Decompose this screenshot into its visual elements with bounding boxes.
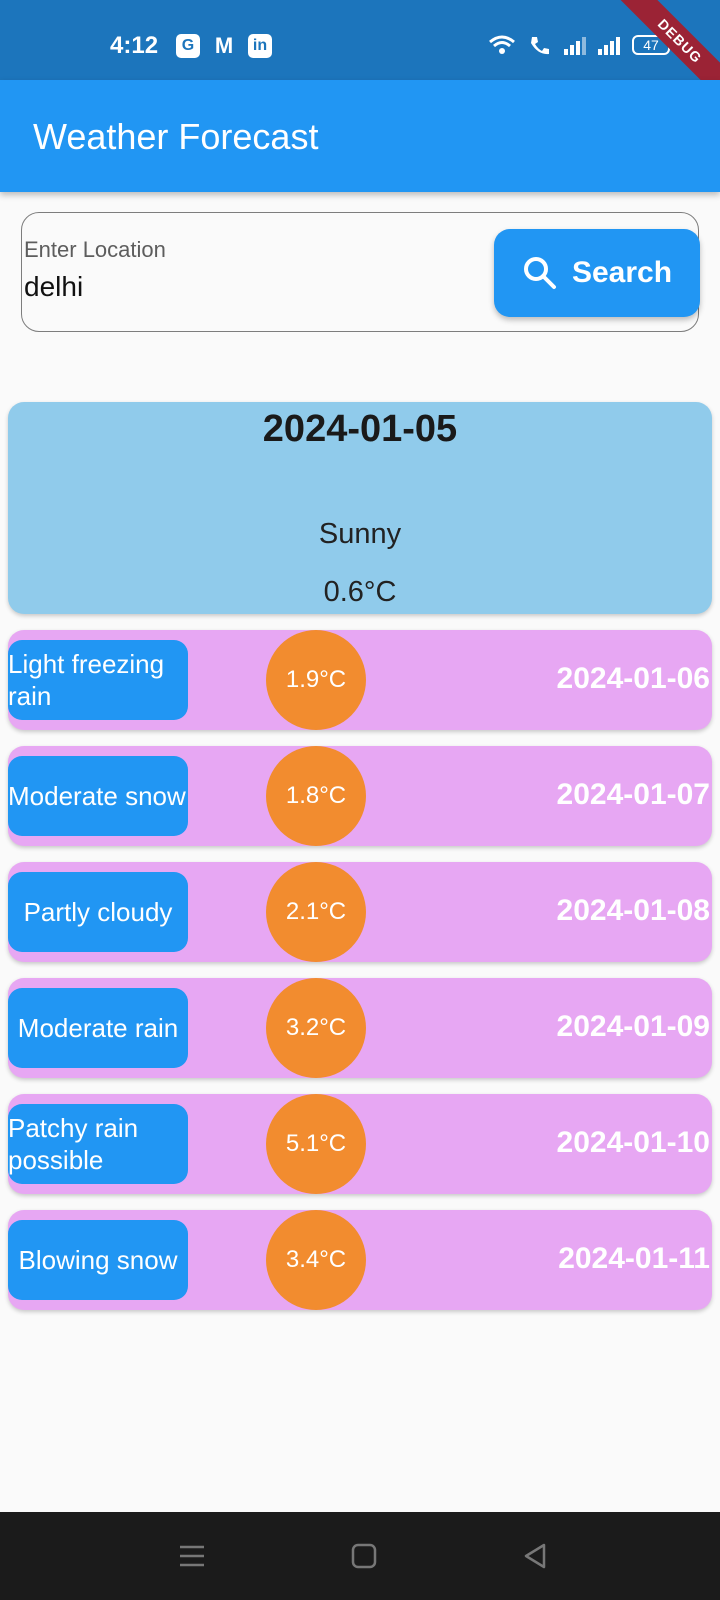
- menu-icon[interactable]: [178, 1542, 206, 1570]
- home-icon[interactable]: [350, 1542, 378, 1570]
- system-icons: 47: [488, 34, 670, 56]
- gmail-icon: M: [214, 33, 234, 58]
- forecast-row: Light freezing rain 1.9°C 2024-01-06: [8, 630, 712, 730]
- forecast-date: 2024-01-07: [556, 778, 710, 811]
- condition-chip: Moderate snow: [8, 756, 188, 836]
- status-bar: 4:12 G M in 47 DEBUG: [0, 0, 720, 107]
- forecast-date: 2024-01-06: [556, 662, 710, 695]
- status-time: 4:12: [110, 32, 159, 59]
- forecast-row: Patchy rain possible 5.1°C 2024-01-10: [8, 1094, 712, 1194]
- condition-chip: Light freezing rain: [8, 640, 188, 720]
- condition-chip: Partly cloudy: [8, 872, 188, 952]
- condition-chip: Moderate rain: [8, 988, 188, 1068]
- today-condition: Sunny: [318, 518, 402, 550]
- forecast-date: 2024-01-09: [556, 1010, 710, 1043]
- condition-chip: Patchy rain possible: [8, 1104, 188, 1184]
- signal-icon: [598, 35, 620, 55]
- notification-icons: G M in: [176, 33, 272, 58]
- forecast-date: 2024-01-08: [556, 894, 710, 927]
- location-input[interactable]: delhi: [24, 271, 83, 303]
- search-icon: [523, 257, 556, 289]
- page-title: Weather Forecast: [33, 116, 319, 157]
- temperature-circle: 1.8°C: [266, 746, 366, 846]
- forecast-date: 2024-01-11: [558, 1242, 710, 1275]
- forecast-row: Moderate rain 3.2°C 2024-01-09: [8, 978, 712, 1078]
- temperature-circle: 2.1°C: [266, 862, 366, 962]
- temperature-circle: 5.1°C: [266, 1094, 366, 1194]
- forecast-date: 2024-01-10: [556, 1126, 710, 1159]
- condition-chip: Blowing snow: [8, 1220, 188, 1300]
- google-icon: G: [176, 34, 200, 58]
- today-date: 2024-01-05: [262, 408, 458, 450]
- back-icon[interactable]: [522, 1542, 550, 1570]
- forecast-row: Blowing snow 3.4°C 2024-01-11: [8, 1210, 712, 1310]
- temperature-circle: 1.9°C: [266, 630, 366, 730]
- app-bar: Weather Forecast: [0, 80, 720, 192]
- temperature-circle: 3.4°C: [266, 1210, 366, 1310]
- location-field[interactable]: Enter Location delhi Search: [21, 212, 700, 332]
- search-button-label: Search: [571, 256, 673, 289]
- today-weather-card: 2024-01-05 Sunny 0.6°C: [8, 402, 712, 614]
- search-button[interactable]: Search: [494, 229, 700, 317]
- location-field-label: Enter Location: [24, 237, 166, 262]
- linkedin-icon: in: [248, 34, 272, 58]
- signal-icon: [564, 35, 586, 55]
- volte-call-icon: [531, 37, 549, 55]
- system-nav-bar: [0, 1512, 720, 1600]
- temperature-circle: 3.2°C: [266, 978, 366, 1078]
- forecast-row: Partly cloudy 2.1°C 2024-01-08: [8, 862, 712, 962]
- forecast-row: Moderate snow 1.8°C 2024-01-07: [8, 746, 712, 846]
- wifi-icon: [489, 35, 515, 54]
- today-temperature: 0.6°C: [323, 576, 397, 608]
